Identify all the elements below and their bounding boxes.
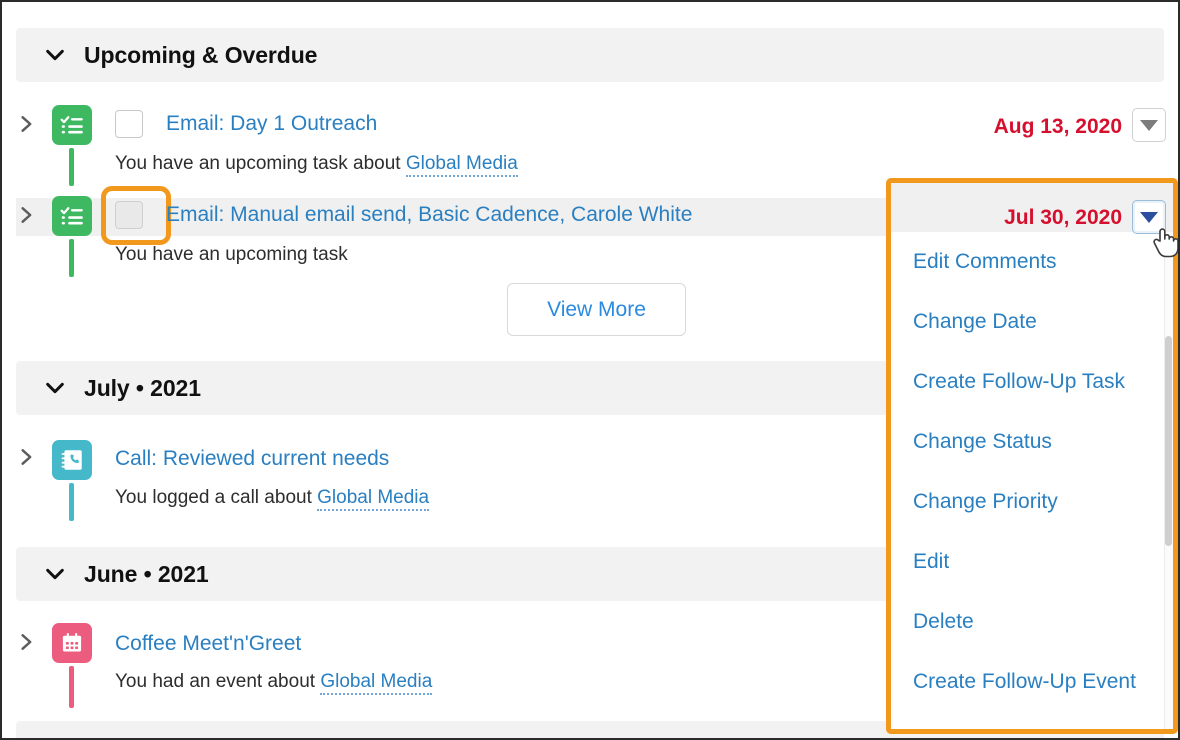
activity-title-link[interactable]: Call: Reviewed current needs xyxy=(115,447,389,471)
related-record-link[interactable]: Global Media xyxy=(405,153,518,177)
activity-timeline-panel: Upcoming & Overdue Email: Day 1 Outreach… xyxy=(0,0,1180,740)
menu-item-delete[interactable]: Delete xyxy=(891,592,1173,652)
activity-actions-dropdown-button[interactable] xyxy=(1132,108,1166,142)
menu-item-change-date[interactable]: Change Date xyxy=(891,292,1173,352)
timeline-connector xyxy=(69,148,74,186)
timeline-connector xyxy=(69,666,74,708)
activity-title-link[interactable]: Email: Manual email send, Basic Cadence,… xyxy=(166,203,692,227)
task-checklist-icon[interactable] xyxy=(52,105,92,145)
dropdown-menu-header xyxy=(891,183,1173,232)
dropdown-menu-scrollbar[interactable] xyxy=(1164,232,1173,729)
caret-down-icon xyxy=(1140,119,1158,131)
task-checklist-icon[interactable] xyxy=(52,196,92,236)
menu-item-edit-comments[interactable]: Edit Comments xyxy=(891,232,1173,292)
activity-title-link[interactable]: Coffee Meet'n'Greet xyxy=(115,632,301,656)
chevron-right-icon[interactable] xyxy=(16,446,36,468)
related-record-link[interactable]: Global Media xyxy=(317,487,430,511)
activity-title-link[interactable]: Email: Day 1 Outreach xyxy=(166,112,377,136)
call-log-icon[interactable] xyxy=(52,440,92,480)
activity-subtitle-text: You have an upcoming task xyxy=(115,244,348,265)
activity-subtitle-text: You logged a call about xyxy=(115,487,318,508)
view-more-label: View More xyxy=(547,297,646,321)
calendar-event-icon[interactable] xyxy=(52,623,92,663)
timeline-connector xyxy=(69,239,74,277)
chevron-right-icon[interactable] xyxy=(16,113,36,135)
menu-item-change-priority[interactable]: Change Priority xyxy=(891,472,1173,532)
activity-actions-dropdown-menu: Edit Comments Change Date Create Follow-… xyxy=(886,178,1178,734)
activity-subtitle-text: You have an upcoming task about xyxy=(115,153,406,174)
activity-subtitle-text: You had an event about xyxy=(115,671,321,692)
menu-item-change-status[interactable]: Change Status xyxy=(891,412,1173,472)
timeline-connector xyxy=(69,483,74,521)
menu-item-create-follow-up-task[interactable]: Create Follow-Up Task xyxy=(891,352,1173,412)
section-title: July • 2021 xyxy=(84,374,201,401)
section-header-upcoming-overdue[interactable]: Upcoming & Overdue xyxy=(16,28,1164,82)
activity-subtitle: You had an event about Global Media xyxy=(115,671,433,695)
section-title: Upcoming & Overdue xyxy=(84,41,318,68)
related-record-link[interactable]: Global Media xyxy=(320,671,433,695)
chevron-right-icon[interactable] xyxy=(16,204,36,226)
task-complete-checkbox[interactable] xyxy=(115,110,143,138)
view-more-button[interactable]: View More xyxy=(507,283,686,336)
pointer-hand-cursor xyxy=(1150,224,1178,262)
menu-item-edit[interactable]: Edit xyxy=(891,532,1173,592)
activity-subtitle: You logged a call about Global Media xyxy=(115,487,430,511)
activity-subtitle: You have an upcoming task xyxy=(115,244,348,266)
chevron-right-icon[interactable] xyxy=(16,631,36,653)
task-complete-checkbox[interactable] xyxy=(115,201,143,229)
activity-due-date: Aug 13, 2020 xyxy=(993,115,1122,138)
dropdown-menu-list: Edit Comments Change Date Create Follow-… xyxy=(891,232,1173,712)
chevron-down-icon[interactable] xyxy=(44,377,66,399)
dropdown-menu-scrollbar-thumb[interactable] xyxy=(1165,336,1172,546)
section-title: June • 2021 xyxy=(84,560,209,587)
menu-item-create-follow-up-event[interactable]: Create Follow-Up Event xyxy=(891,652,1173,712)
chevron-down-icon[interactable] xyxy=(44,44,66,66)
activity-subtitle: You have an upcoming task about Global M… xyxy=(115,153,518,177)
chevron-down-icon[interactable] xyxy=(44,563,66,585)
